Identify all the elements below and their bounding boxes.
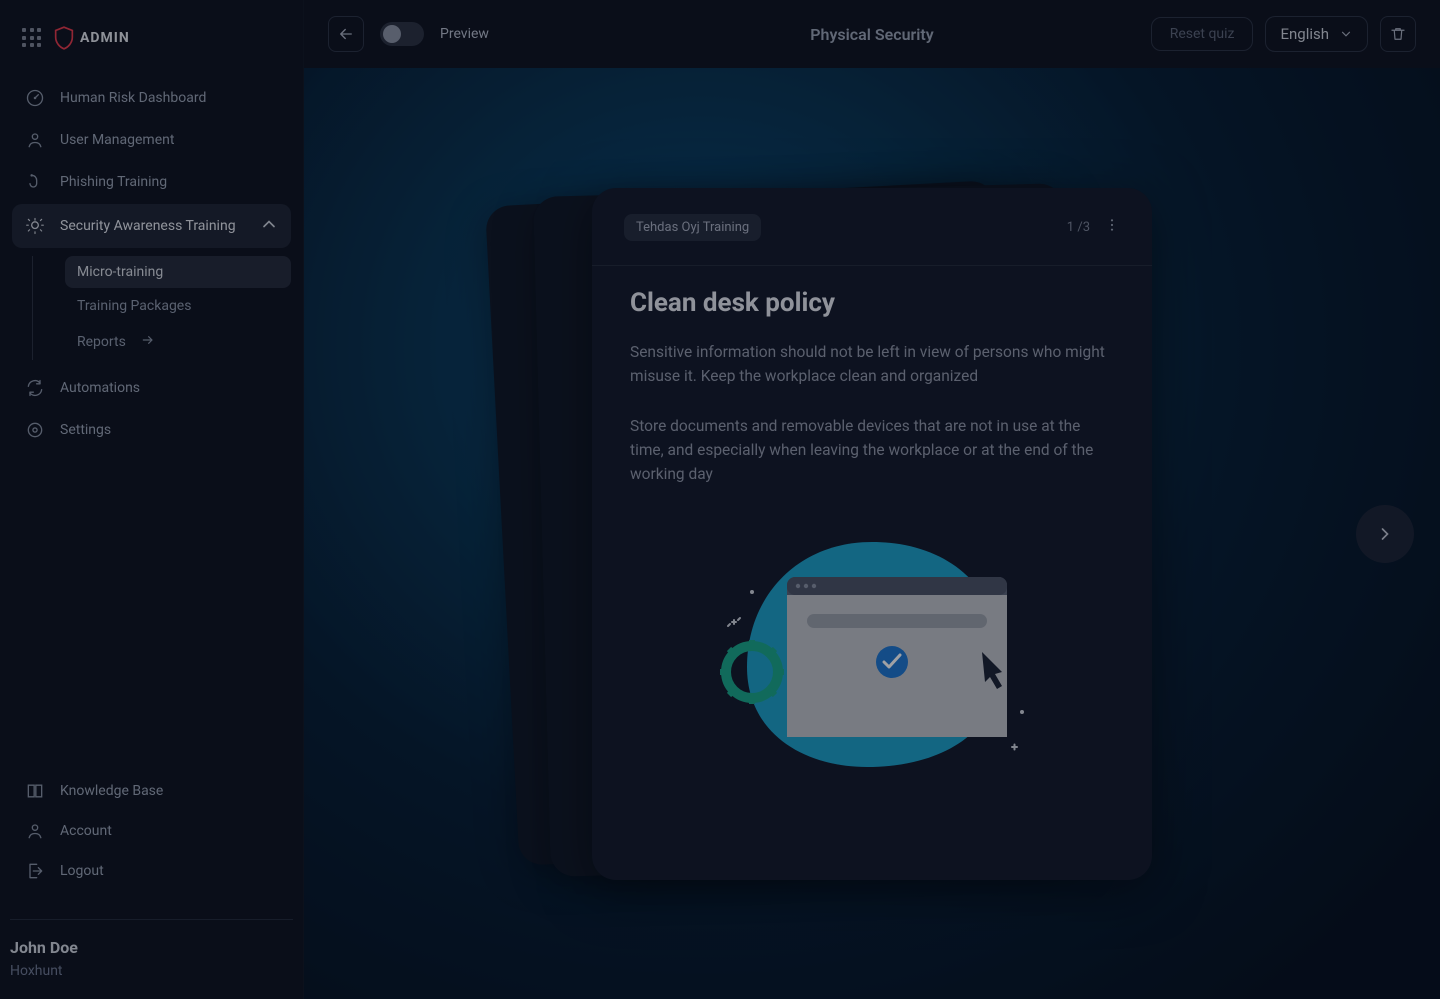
delete-button[interactable]: [1380, 16, 1416, 52]
sidebar: ADMIN Human Risk Dashboard User Manageme…: [0, 0, 304, 999]
language-select[interactable]: English: [1265, 16, 1368, 52]
sidebar-item-knowledge-base[interactable]: Knowledge Base: [12, 771, 291, 811]
sidebar-item-security-training[interactable]: Security Awareness Training: [12, 204, 291, 248]
card-illustration: [592, 512, 1152, 880]
sidebar-item-label: Automations: [60, 380, 140, 396]
language-label: English: [1280, 25, 1329, 43]
users-icon: [24, 130, 46, 150]
gauge-icon: [24, 88, 46, 108]
subnav-label: Reports: [77, 334, 126, 350]
brand-area: ADMIN: [0, 18, 303, 78]
user-icon: [24, 821, 46, 841]
sidebar-item-label: Settings: [60, 422, 111, 438]
back-button[interactable]: [328, 16, 364, 52]
sidebar-item-label: User Management: [60, 132, 174, 148]
arrow-right-icon: [140, 332, 156, 352]
chevron-right-icon: [1375, 524, 1395, 544]
card-header: Tehdas Oyj Training 1 /3: [592, 188, 1152, 253]
sidebar-item-label: Account: [60, 823, 112, 839]
sidebar-item-phishing[interactable]: Phishing Training: [12, 162, 291, 202]
kebab-icon: [1104, 217, 1120, 233]
card-paragraph: Sensitive information should not be left…: [630, 340, 1114, 388]
sidebar-item-automations[interactable]: Automations: [12, 368, 291, 408]
chevron-down-icon: [1339, 27, 1353, 41]
sidebar-item-users[interactable]: User Management: [12, 120, 291, 160]
topbar: Preview Physical Security Reset quiz Eng…: [304, 0, 1440, 68]
subnav-reports[interactable]: Reports: [65, 324, 291, 360]
lightbulb-icon: [24, 216, 46, 236]
content-area: Tehdas Oyj Training 1 /3 Clean desk poli…: [304, 68, 1440, 999]
book-icon: [24, 781, 46, 801]
toggle-knob: [383, 25, 401, 43]
shield-icon: [54, 26, 74, 50]
card-title: Clean desk policy: [630, 288, 1114, 318]
reset-label: Reset quiz: [1170, 26, 1235, 42]
subnav-training-packages[interactable]: Training Packages: [65, 290, 291, 322]
training-tag: Tehdas Oyj Training: [624, 214, 761, 241]
sidebar-item-label: Logout: [60, 863, 104, 879]
training-card[interactable]: Tehdas Oyj Training 1 /3 Clean desk poli…: [592, 188, 1152, 880]
sidebar-item-settings[interactable]: Settings: [12, 410, 291, 450]
primary-nav: Human Risk Dashboard User Management Phi…: [0, 78, 303, 450]
user-name: John Doe: [10, 938, 293, 957]
security-training-subnav: Micro-training Training Packages Reports: [32, 256, 291, 360]
card-paragraph: Store documents and removable devices th…: [630, 414, 1114, 486]
divider: [10, 919, 293, 920]
sidebar-item-label: Security Awareness Training: [60, 218, 236, 234]
arrow-left-icon: [337, 25, 355, 43]
logout-icon: [24, 861, 46, 881]
main-area: Preview Physical Security Reset quiz Eng…: [304, 0, 1440, 999]
refresh-icon: [24, 378, 46, 398]
reset-quiz-button[interactable]: Reset quiz: [1151, 17, 1254, 51]
apps-grid-icon[interactable]: [22, 28, 42, 48]
hook-icon: [24, 172, 46, 192]
page-title: Physical Security: [810, 25, 933, 44]
sidebar-bottom-nav: Knowledge Base Account Logout: [0, 771, 303, 905]
sidebar-item-dashboard[interactable]: Human Risk Dashboard: [12, 78, 291, 118]
user-block[interactable]: John Doe Hoxhunt: [0, 938, 303, 999]
subnav-micro-training[interactable]: Micro-training: [65, 256, 291, 288]
chevron-up-icon: [259, 214, 279, 238]
card-stack: Tehdas Oyj Training 1 /3 Clean desk poli…: [592, 188, 1152, 880]
sidebar-item-logout[interactable]: Logout: [12, 851, 291, 891]
trash-icon: [1389, 25, 1407, 43]
card-menu-button[interactable]: [1104, 217, 1120, 237]
page-indicator: 1 /3: [1067, 220, 1090, 235]
preview-toggle[interactable]: [380, 22, 424, 46]
brand-label: ADMIN: [80, 30, 130, 46]
preview-label: Preview: [440, 26, 489, 42]
settings-icon: [24, 420, 46, 440]
sidebar-item-account[interactable]: Account: [12, 811, 291, 851]
next-card-button[interactable]: [1356, 505, 1414, 563]
brand-logo[interactable]: ADMIN: [54, 26, 130, 50]
sidebar-item-label: Phishing Training: [60, 174, 167, 190]
sidebar-item-label: Knowledge Base: [60, 783, 163, 799]
card-body: Clean desk policy Sensitive information …: [592, 266, 1152, 512]
subnav-label: Micro-training: [77, 264, 163, 280]
subnav-label: Training Packages: [77, 298, 191, 314]
user-org: Hoxhunt: [10, 963, 293, 979]
sidebar-item-label: Human Risk Dashboard: [60, 90, 206, 106]
